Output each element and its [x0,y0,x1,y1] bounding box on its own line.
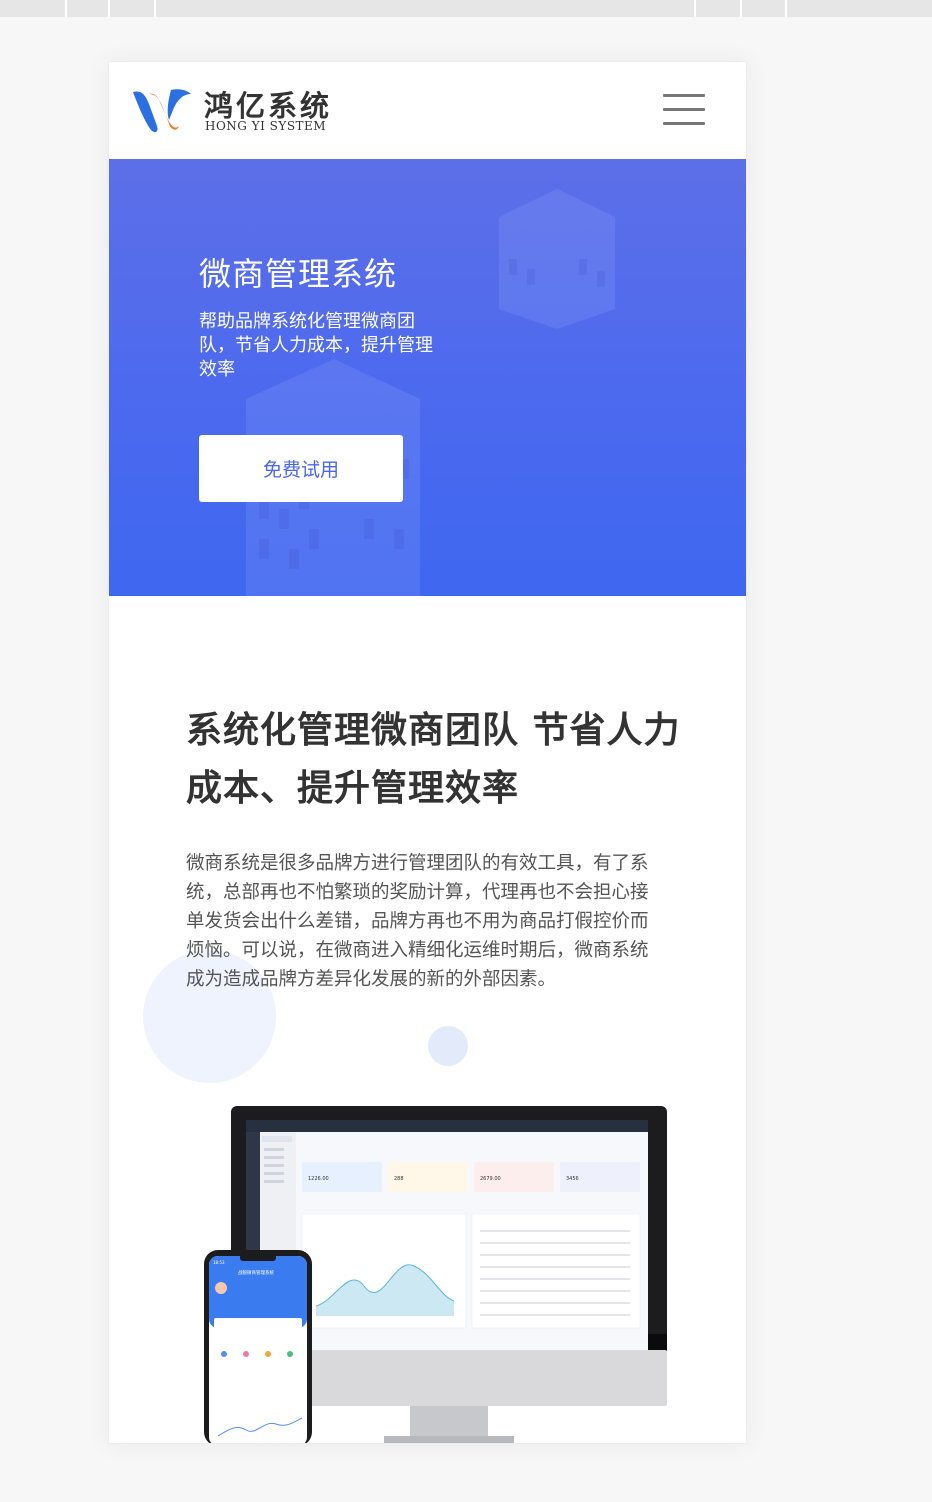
tab-divider [740,0,742,17]
browser-tab-strip [0,0,932,17]
tab-divider [65,0,67,17]
menu-bar [663,94,705,97]
hero-subtitle: 帮助品牌系统化管理微商团队，节省人力成本，提升管理效率 [199,311,433,380]
site-header: 鸿亿系统 HONG YI SYSTEM [109,62,746,159]
brand-subtitle: HONG YI SYSTEM [205,119,327,133]
tab-divider [785,0,787,17]
phone-time: 18:53 [213,1260,225,1265]
intro-title: 系统化管理微商团队 节省人力成本、提升管理效率 [186,710,681,809]
menu-bar [663,108,705,111]
menu-bar [663,122,705,125]
brand-logo-icon[interactable] [131,86,193,136]
stat-value: 2679.00 [480,1176,501,1182]
decor-circle [428,1026,468,1066]
hamburger-menu-icon[interactable] [663,92,707,128]
mobile-page-frame: 鸿亿系统 HONG YI SYSTEM 微商管理系统 帮助品牌系统化管理微商团队… [108,61,747,1444]
stat-value: 1226.00 [308,1176,329,1182]
tab-divider [154,0,156,17]
product-devices-mockup: 1226.00 288 2679.00 3456 18:53 战狼微商管理系统 [204,1106,667,1443]
hero-title: 微商管理系统 [199,255,398,293]
hero-banner: 微商管理系统 帮助品牌系统化管理微商团队，节省人力成本，提升管理效率 免费试用 [109,159,746,596]
phone-app-title: 战狼微商管理系统 [238,1269,274,1276]
free-trial-button[interactable]: 免费试用 [199,435,403,502]
intro-paragraph: 微商系统是很多品牌方进行管理团队的有效工具，有了系统，总部再也不怕繁琐的奖励计算… [186,853,649,990]
stat-value: 3456 [566,1176,579,1182]
tab-divider [694,0,696,17]
stat-value: 288 [394,1176,404,1182]
tab-divider [108,0,110,17]
